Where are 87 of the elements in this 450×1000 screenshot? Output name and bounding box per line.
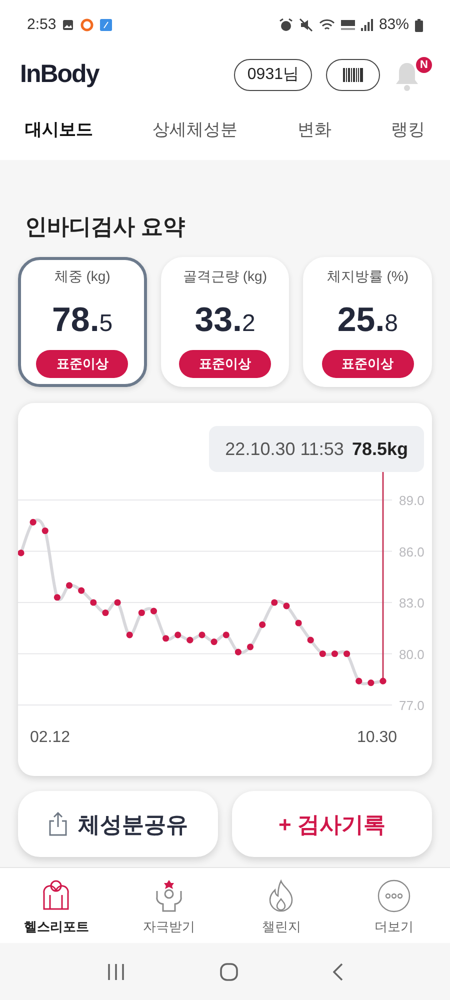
data-point [234,648,242,656]
metric-label: 골격근량 (kg) [183,267,267,286]
ring-icon [80,18,94,32]
y-tick-label: 77.0 [399,698,424,713]
data-point [319,650,326,658]
tab[interactable]: 대시보드 [25,117,93,143]
data-point [30,518,36,526]
logo: InBody [20,59,99,90]
metric-label: 체중 (kg) [54,267,110,286]
data-point [114,599,121,606]
data-point [42,527,48,534]
nav-item[interactable]: 자극받기 [124,878,214,936]
data-point [126,632,133,638]
nav-item[interactable]: 헬스리포트 [11,878,102,936]
bell-icon[interactable] [394,61,420,91]
y-tick-label: 86.0 [399,544,424,560]
metric-value: 78.5 [52,300,113,341]
battery-icon [415,18,423,32]
metric-card[interactable]: 체중 (kg) 78.5 표준이상 [18,257,147,387]
data-point [380,678,386,684]
data-point [54,594,60,601]
data-point [150,608,158,614]
y-tick-label: 80.0 [399,646,424,662]
tab[interactable]: 랭킹 [390,117,425,143]
user-button[interactable]: 0931님 [234,59,312,91]
metric-card[interactable]: 체지방률 (%) 25.8 표준이상 [303,257,432,387]
data-point [295,620,302,626]
section-title: 인바디검사 요약 [24,213,186,241]
signal-icon [360,19,373,31]
data-point [222,632,230,638]
data-point [356,678,362,684]
data-point [259,621,266,628]
hd-voice-icon [340,19,355,31]
data-point [66,582,73,589]
data-point [246,644,254,650]
data-point [186,636,194,644]
image-icon [62,19,74,31]
y-tick-label: 89.0 [399,493,424,508]
end-date: 10.30 [357,728,398,748]
recent-apps-icon[interactable] [107,964,126,980]
notification-badge: N [414,55,434,75]
tooltip-date: 22.10.30 11:53 [225,438,344,460]
add-record-button[interactable]: + 검사기록 [232,791,432,857]
data-point [307,636,314,644]
data-point [198,632,206,638]
data-point [344,650,350,658]
share-button[interactable]: 체성분공유 [18,791,218,857]
wifi-icon [318,18,335,32]
flame-icon [267,878,296,913]
battery-percent: 83% [378,14,409,35]
data-point [90,599,97,606]
data-point [331,650,338,658]
start-date: 02.12 [30,728,70,748]
data-point [271,599,278,606]
barcode-icon [343,68,363,82]
y-tick-label: 83.0 [399,596,424,610]
back-icon[interactable] [332,962,343,980]
data-point [174,632,182,638]
app-icon [100,19,112,31]
tooltip-value: 78.5kg [352,438,408,461]
data-point [162,635,170,642]
status-badge: 표준이상 [36,350,128,378]
mute-icon [298,18,313,32]
data-point [78,587,85,594]
data-point [368,680,374,686]
data-point [18,550,24,556]
share-icon [48,812,68,836]
data-point [102,609,109,616]
nav-item[interactable]: 챌린지 [236,878,326,936]
data-point [210,638,218,646]
status-badge: 표준이상 [179,350,271,378]
more-icon [376,878,411,913]
nav-item[interactable]: 더보기 [348,878,439,936]
tab[interactable]: 변화 [297,117,332,143]
cheering-person-icon [154,878,184,913]
tab[interactable]: 상세체성분 [152,117,238,143]
barcode-button[interactable] [326,59,380,91]
metric-label: 체지방률 (%) [326,267,409,286]
status-time: 2:53 [27,14,56,35]
alarm-icon [278,18,293,32]
status-badge: 표준이상 [322,350,414,378]
metric-value: 25.8 [337,300,398,341]
home-icon[interactable] [220,962,238,980]
metric-card[interactable]: 골격근량 (kg) 33.2 표준이상 [160,257,290,387]
data-point [138,609,145,616]
data-point [283,602,290,610]
metric-value: 33.2 [194,300,256,341]
